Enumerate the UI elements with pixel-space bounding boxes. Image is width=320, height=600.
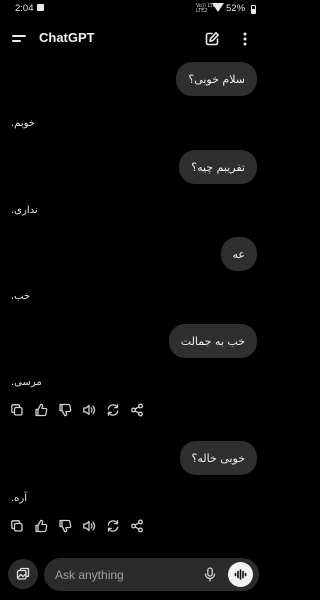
user-message: عه: [220, 237, 257, 271]
copy-icon[interactable]: [10, 519, 24, 533]
wifi-icon: [212, 3, 224, 16]
waveform-icon: [234, 569, 247, 580]
thumbs-up-icon[interactable]: [34, 519, 48, 533]
assistant-message: نداری.: [11, 205, 38, 216]
copy-icon[interactable]: [10, 403, 24, 417]
read-aloud-icon[interactable]: [82, 403, 96, 417]
assistant-message: خوبم.: [11, 118, 35, 129]
message-actions: [10, 403, 150, 417]
message-input[interactable]: [55, 566, 195, 584]
user-message: خوبی خاله؟: [179, 441, 257, 475]
attach-button[interactable]: [8, 559, 38, 589]
bottom-bar: [0, 555, 265, 600]
share-icon[interactable]: [130, 519, 144, 533]
message-actions: [10, 519, 150, 533]
assistant-message: خب.: [11, 291, 31, 302]
thumbs-up-icon[interactable]: [34, 403, 48, 417]
regenerate-icon[interactable]: [106, 403, 120, 417]
share-icon[interactable]: [130, 403, 144, 417]
composer: [44, 558, 259, 591]
user-message: سلام خوبی؟: [176, 62, 257, 96]
read-aloud-icon[interactable]: [82, 519, 96, 533]
app-title: ChatGPT: [39, 30, 95, 45]
assistant-message: مرسی.: [11, 377, 42, 388]
assistant-message: آره.: [11, 493, 28, 504]
thumbs-down-icon[interactable]: [58, 403, 72, 417]
battery-percent: 52%: [226, 3, 246, 14]
regenerate-icon[interactable]: [106, 519, 120, 533]
more-options-icon[interactable]: [239, 31, 251, 47]
battery-icon: [251, 5, 256, 14]
voice-mode-button[interactable]: [228, 562, 253, 587]
status-bar: 2:04 Vo)) LTE LTE2 52%: [0, 0, 265, 18]
microphone-icon[interactable]: [204, 567, 216, 582]
user-message: تفریبم چیه؟: [179, 150, 257, 184]
notification-icon: [37, 4, 44, 11]
app-header: ChatGPT: [0, 22, 265, 56]
menu-icon[interactable]: [12, 33, 28, 45]
thumbs-down-icon[interactable]: [58, 519, 72, 533]
user-message: خب به جمالت: [168, 324, 257, 358]
new-chat-icon[interactable]: [204, 31, 220, 47]
image-icon: [16, 567, 30, 580]
status-time: 2:04: [15, 3, 34, 14]
